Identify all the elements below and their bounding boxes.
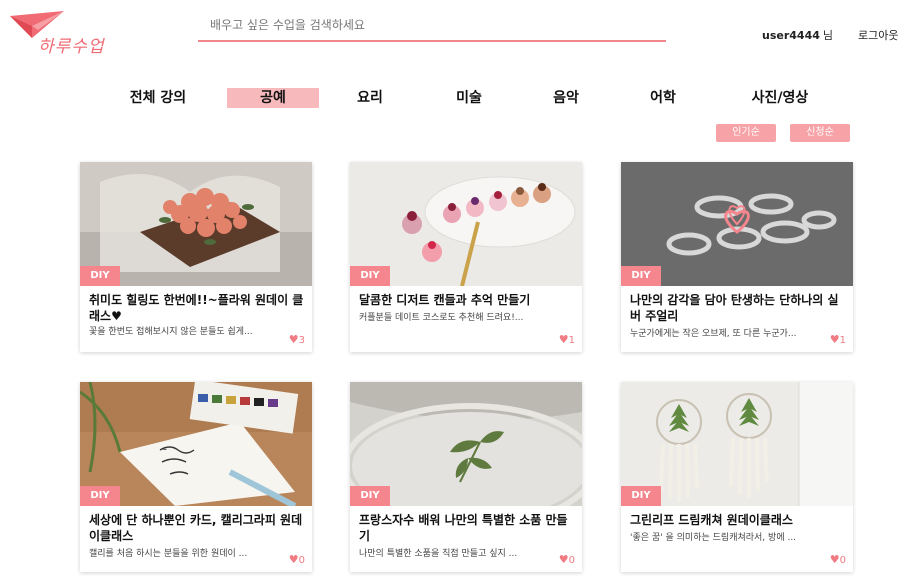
class-description: 캘리를 처음 하시는 분들을 위한 원데이 ... <box>89 549 248 559</box>
tab-craft[interactable]: 공예 <box>227 88 319 108</box>
heart-icon: ♥ <box>558 553 569 566</box>
tab-cooking[interactable]: 요리 <box>350 88 390 108</box>
like-count[interactable]: ♥1 <box>559 333 575 346</box>
class-card[interactable]: DIY 그린리프 드림캐쳐 원데이클래스 '좋은 꿈' 을 의미하는 드림캐쳐라… <box>621 382 853 572</box>
class-card[interactable]: DIY 나만의 감각을 담아 탄생하는 단하나의 실버 주얼리 누군가에게는 작… <box>621 162 853 352</box>
tab-art[interactable]: 미술 <box>449 88 489 108</box>
search-bar <box>198 12 666 42</box>
logo[interactable]: 하루수업 <box>8 8 118 57</box>
class-title: 그린리프 드림캐쳐 원데이클래스 <box>630 513 793 527</box>
class-card[interactable]: DIY 달콤한 디저트 캔들과 추억 만들기 커플분들 데이트 코스로도 추천해… <box>350 162 582 352</box>
like-count[interactable]: ♥1 <box>830 333 846 346</box>
like-count-value: 0 <box>839 555 846 566</box>
tab-all[interactable]: 전체 강의 <box>122 88 194 108</box>
like-count-value: 0 <box>568 555 575 566</box>
search-input[interactable] <box>198 12 666 38</box>
like-count-value: 1 <box>568 335 575 346</box>
category-badge: DIY <box>350 266 390 286</box>
username: user4444 <box>762 29 820 42</box>
sort-newest-button[interactable]: 신청순 <box>790 124 850 142</box>
class-card[interactable]: ~ DIY 세상에 단 하나뿐인 카드, 캘리그라피 원데이클래스 캘리를 처음… <box>80 382 312 572</box>
class-title: 프랑스자수 배워 나만의 특별한 소품 만들기 <box>359 513 568 543</box>
like-count-value: 1 <box>839 335 846 346</box>
category-nav: 전체 강의 공예 요리 미술 음악 어학 사진/영상 <box>0 88 918 112</box>
like-count[interactable]: ♥0 <box>830 553 846 566</box>
username-suffix: 님 <box>822 29 834 42</box>
like-count[interactable]: ♥0 <box>289 553 305 566</box>
class-description: 나만의 특별한 소품을 직접 만들고 싶지 ... <box>359 549 518 559</box>
tab-photo-video[interactable]: 사진/영상 <box>740 88 820 108</box>
category-badge: DIY <box>350 486 390 506</box>
like-count-value: 3 <box>298 335 305 346</box>
class-description: 꽃을 한번도 접해보시지 않은 분들도 쉽게... <box>89 327 253 337</box>
heart-icon: ♥ <box>288 553 299 566</box>
category-badge: DIY <box>621 266 661 286</box>
class-description: 커플분들 데이트 코스로도 추천해 드려요!... <box>359 313 524 323</box>
like-count-value: 0 <box>298 555 305 566</box>
class-description: 누군가에게는 작은 오브제, 또 다른 누군가... <box>630 329 797 339</box>
like-count[interactable]: ♥0 <box>559 553 575 566</box>
heart-icon: ♥ <box>829 333 840 346</box>
class-title: 취미도 힐링도 한번에!!~플라워 원데이 클래스♥ <box>89 293 304 323</box>
class-title: 세상에 단 하나뿐인 카드, 캘리그라피 원데이클래스 <box>89 513 303 543</box>
logo-text: 하루수업 <box>38 37 105 57</box>
category-badge: DIY <box>80 266 120 286</box>
class-card[interactable]: DIY 취미도 힐링도 한번에!!~플라워 원데이 클래스♥ 꽃을 한번도 접해… <box>80 162 312 352</box>
logout-button[interactable]: 로그아웃 <box>858 27 898 43</box>
heart-icon: ♥ <box>288 333 299 346</box>
heart-icon: ♥ <box>558 333 569 346</box>
category-badge: DIY <box>621 486 661 506</box>
class-title: 달콤한 디저트 캔들과 추억 만들기 <box>359 293 531 307</box>
sort-popular-button[interactable]: 인기순 <box>716 124 776 142</box>
tab-language[interactable]: 어학 <box>643 88 683 108</box>
class-description: '좋은 꿈' 을 의미하는 드림캐쳐라서, 방에 ... <box>630 533 797 543</box>
class-card[interactable]: DIY 프랑스자수 배워 나만의 특별한 소품 만들기 나만의 특별한 소품을 … <box>350 382 582 572</box>
category-badge: DIY <box>80 486 120 506</box>
like-count[interactable]: ♥3 <box>289 333 305 346</box>
heart-icon: ♥ <box>829 553 840 566</box>
class-title: 나만의 감각을 담아 탄생하는 단하나의 실버 주얼리 <box>630 293 839 323</box>
tab-music[interactable]: 음악 <box>546 88 586 108</box>
user-greeting: user4444 님 <box>762 27 833 43</box>
